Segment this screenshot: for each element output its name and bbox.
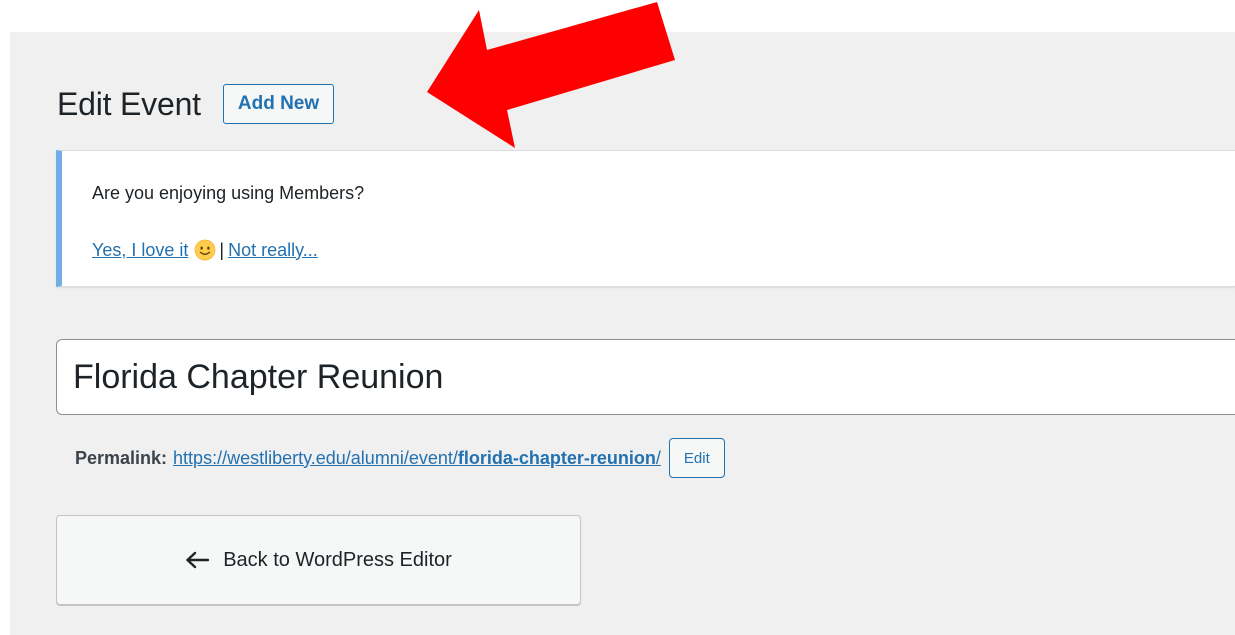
arrow-left-icon	[186, 551, 210, 569]
post-title-input[interactable]	[56, 339, 1235, 415]
page-heading-row: Edit Event Add New	[57, 78, 335, 130]
screen: Edit Event Add New Are you enjoying usin…	[0, 0, 1235, 635]
permalink-row: Permalink: https://westliberty.edu/alumn…	[75, 432, 725, 484]
permalink-base-url: https://westliberty.edu/alumni/event/	[173, 447, 458, 468]
not-really-link[interactable]: Not really...	[228, 240, 318, 261]
permalink-label: Permalink:	[75, 447, 168, 468]
yes-love-it-link[interactable]: Yes, I love it	[92, 240, 188, 261]
permalink-slug: florida-chapter-reunion	[457, 447, 656, 468]
notice-separator: |	[219, 239, 225, 260]
add-new-button[interactable]: Add New	[222, 84, 335, 124]
members-feedback-notice: Are you enjoying using Members? Yes, I l…	[56, 150, 1235, 287]
notice-links: Yes, I love it | Not really...	[92, 239, 318, 261]
back-to-wordpress-editor-button[interactable]: Back to WordPress Editor	[56, 515, 581, 605]
edit-permalink-button[interactable]: Edit	[668, 438, 725, 478]
permalink-trailing-slash: /	[655, 447, 661, 468]
permalink-link[interactable]: https://westliberty.edu/alumni/event/flo…	[173, 448, 661, 469]
notice-question: Are you enjoying using Members?	[92, 183, 365, 203]
page-title: Edit Event	[57, 86, 201, 122]
slightly-smiling-face-icon	[195, 239, 216, 261]
back-button-label: Back to WordPress Editor	[223, 548, 452, 571]
red-arrow-annotation-icon	[427, 2, 675, 148]
